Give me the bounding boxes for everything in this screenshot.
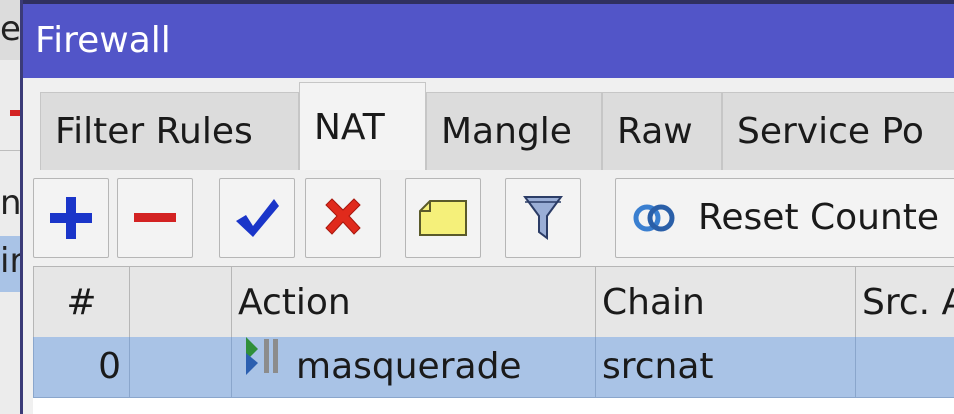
- table-header: # Action Chain Src. A: [33, 266, 954, 338]
- nat-rules-table: # Action Chain Src. A 0 masquerade srcna…: [33, 266, 954, 414]
- tab-filter-rules[interactable]: Filter Rules: [40, 92, 299, 170]
- rule-number: 0: [33, 337, 129, 397]
- filter-button[interactable]: [505, 178, 581, 258]
- remove-button[interactable]: [117, 178, 193, 258]
- rule-flags: [129, 337, 231, 397]
- column-header-action[interactable]: Action: [231, 267, 595, 337]
- rule-action: masquerade: [296, 346, 522, 387]
- rule-action-cell: masquerade: [231, 337, 595, 397]
- note-icon: [419, 200, 467, 236]
- disable-button[interactable]: [305, 178, 381, 258]
- rule-src-address: [855, 337, 954, 397]
- rule-chain: srcnat: [595, 337, 855, 397]
- title-bar[interactable]: Firewall: [23, 0, 954, 78]
- reset-counters-icon: [632, 203, 676, 233]
- tab-service-ports[interactable]: Service Po: [722, 92, 954, 170]
- add-button[interactable]: [33, 178, 109, 258]
- masquerade-icon: [244, 337, 282, 396]
- tab-raw[interactable]: Raw: [602, 92, 722, 170]
- firewall-window: Firewall Filter Rules NAT Mangle Raw Ser…: [20, 0, 954, 414]
- background-text: e: [0, 9, 21, 49]
- column-header-flags[interactable]: [129, 267, 231, 337]
- column-header-number[interactable]: #: [33, 267, 129, 337]
- toolbar: Reset Counte: [33, 178, 954, 262]
- reset-counters-label: Reset Counte: [698, 197, 940, 238]
- plus-icon: [50, 197, 92, 239]
- tab-nat[interactable]: NAT: [299, 82, 426, 170]
- funnel-icon: [523, 196, 563, 240]
- tab-bar: Filter Rules NAT Mangle Raw Service Po: [40, 82, 954, 170]
- table-row[interactable]: 0 masquerade srcnat: [33, 337, 954, 398]
- column-header-chain[interactable]: Chain: [595, 267, 855, 337]
- column-header-src-address[interactable]: Src. A: [855, 267, 954, 337]
- checkmark-icon: [236, 199, 279, 237]
- enable-button[interactable]: [219, 178, 295, 258]
- window-title: Firewall: [35, 20, 171, 61]
- minus-icon: [134, 213, 176, 222]
- x-icon: [325, 198, 361, 235]
- tab-mangle[interactable]: Mangle: [426, 92, 602, 170]
- reset-counters-button[interactable]: Reset Counte: [615, 178, 954, 258]
- comment-button[interactable]: [405, 178, 481, 258]
